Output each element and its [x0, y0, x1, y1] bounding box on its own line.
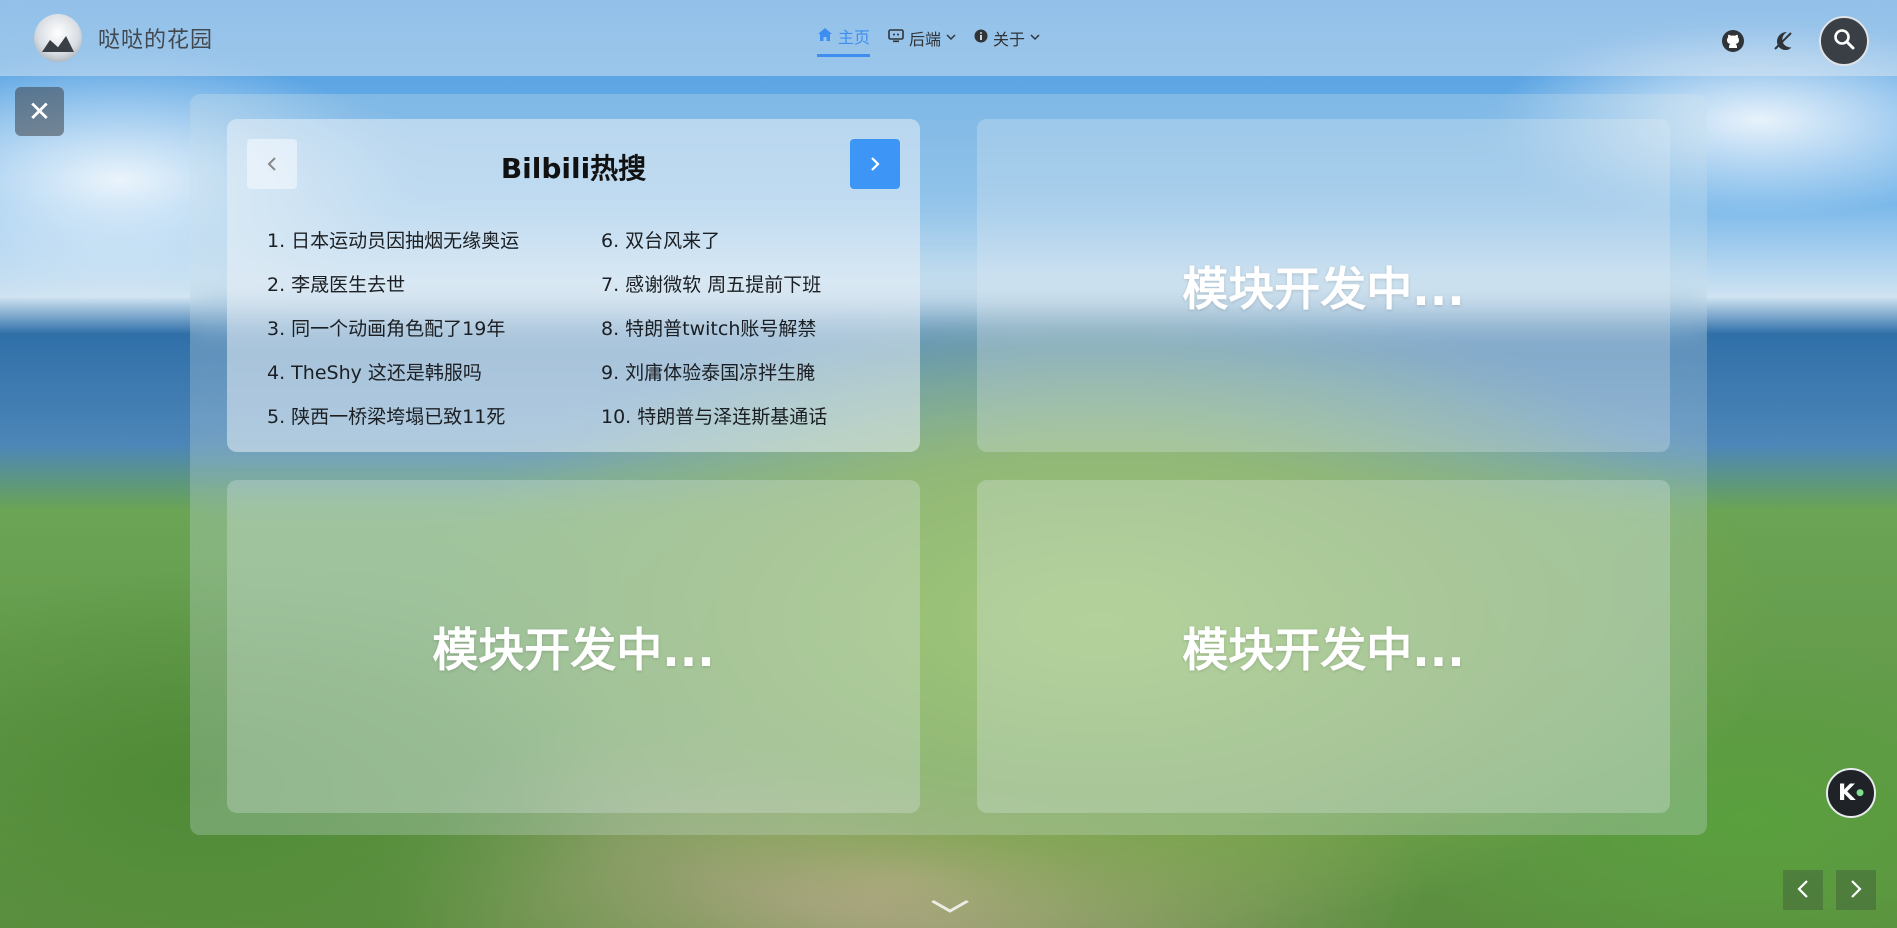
module-placeholder-text: 模块开发中...: [432, 622, 715, 677]
hot-search-title: Bilbili热搜: [500, 152, 647, 185]
hot-search-item[interactable]: 9. 刘庸体验泰国凉拌生腌: [601, 358, 891, 402]
module-card-top-right: 模块开发中...: [977, 119, 1670, 452]
search-button[interactable]: [1819, 16, 1869, 66]
status-dot-icon: ●: [1856, 788, 1864, 798]
monitor-icon: [888, 28, 904, 47]
menu-label-about: 关于: [993, 29, 1026, 49]
module-placeholder-text: 模块开发中...: [1182, 622, 1465, 677]
module-card-bottom-left: 模块开发中...: [227, 480, 920, 813]
hot-search-item[interactable]: 5. 陕西一桥梁垮塌已致11死: [267, 402, 601, 446]
floating-widget-button[interactable]: K ●: [1826, 768, 1876, 818]
hot-search-item[interactable]: 4. TheShy 这还是韩服吗: [267, 358, 601, 402]
menu-item-about[interactable]: 关于: [974, 26, 1040, 56]
background-next-button[interactable]: [1836, 870, 1876, 910]
chevron-right-icon: [870, 152, 880, 176]
hot-search-item[interactable]: 10. 特朗普与泽连斯基通话: [601, 402, 891, 446]
search-icon: [1833, 28, 1855, 54]
hot-search-list: 1. 日本运动员因抽烟无缘奥运 2. 李晟医生去世 3. 同一个动画角色配了19…: [267, 226, 887, 446]
site-logo: [34, 14, 82, 62]
hot-next-button[interactable]: [850, 139, 900, 189]
top-navbar: 哒哒的花园 主页 后端 关于: [0, 0, 1897, 76]
menu-item-backend[interactable]: 后端: [888, 26, 956, 56]
module-card-bottom-right: 模块开发中...: [977, 480, 1670, 813]
chevron-down-icon: [946, 31, 956, 44]
menu-item-home[interactable]: 主页: [817, 24, 871, 57]
hot-search-item[interactable]: 1. 日本运动员因抽烟无缘奥运: [267, 226, 601, 270]
brand[interactable]: 哒哒的花园: [34, 14, 213, 62]
hot-search-item[interactable]: 3. 同一个动画角色配了19年: [267, 314, 601, 358]
main-menu: 主页 后端 关于: [817, 24, 1040, 57]
module-placeholder-text: 模块开发中...: [1182, 261, 1465, 316]
info-icon: [974, 29, 988, 47]
hot-search-item[interactable]: 8. 特朗普twitch账号解禁: [601, 314, 891, 358]
chevron-down-icon: [1030, 31, 1040, 44]
nav-right-actions: [1719, 16, 1869, 66]
chevron-left-icon: [1797, 875, 1809, 905]
menu-label-home: 主页: [838, 28, 871, 47]
hot-search-card: Bilbili热搜 1. 日本运动员因抽烟无缘奥运 2. 李晟医生去世 3. 同…: [227, 119, 920, 452]
close-icon: ✕: [27, 95, 52, 128]
dashboard-panel: Bilbili热搜 1. 日本运动员因抽烟无缘奥运 2. 李晟医生去世 3. 同…: [190, 94, 1707, 835]
background-prev-button[interactable]: [1783, 870, 1823, 910]
hot-search-item[interactable]: 2. 李晟医生去世: [267, 270, 601, 314]
theme-toggle-icon[interactable]: [1769, 27, 1797, 55]
github-icon[interactable]: [1719, 27, 1747, 55]
home-icon: [817, 27, 833, 46]
close-panel-button[interactable]: ✕: [15, 87, 64, 136]
menu-label-backend: 后端: [909, 29, 942, 49]
chevron-right-icon: [1850, 875, 1862, 905]
hot-search-item[interactable]: 6. 双台风来了: [601, 226, 891, 270]
floating-widget-letter: K: [1838, 780, 1856, 806]
site-name: 哒哒的花园: [98, 28, 214, 53]
scroll-down-icon[interactable]: [929, 890, 971, 920]
hot-search-item[interactable]: 7. 感谢微软 周五提前下班: [601, 270, 891, 314]
